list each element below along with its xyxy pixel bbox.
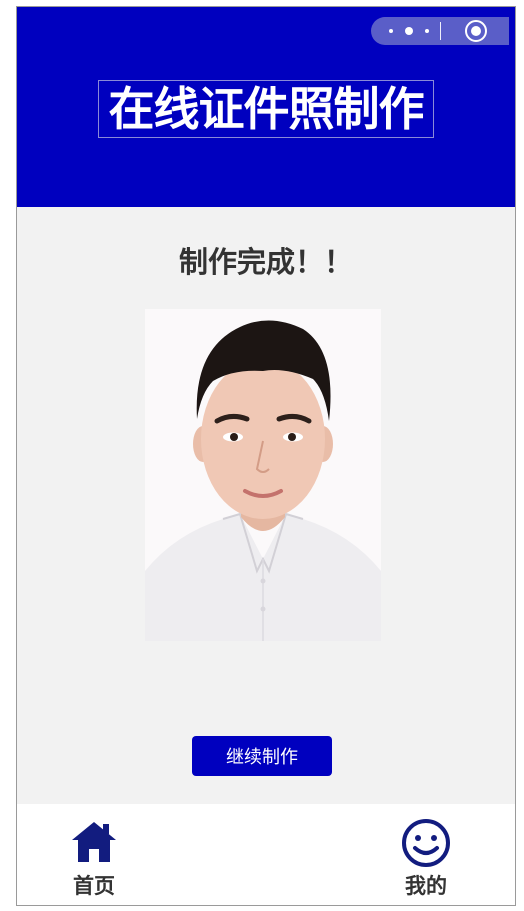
close-circle-icon[interactable] (465, 20, 487, 42)
capsule-divider (440, 22, 441, 40)
status-message: 制作完成！！ (178, 245, 353, 279)
app-header: 在线证件照制作 (17, 7, 515, 207)
more-dots-icon[interactable] (389, 17, 429, 45)
bottom-tab-bar: 首页 我的 (17, 804, 515, 905)
tab-home[interactable]: 首页 (44, 804, 144, 905)
miniprogram-capsule (371, 17, 509, 45)
portrait-illustration (145, 309, 381, 641)
continue-button[interactable]: 继续制作 (192, 736, 332, 776)
phone-screen: 在线证件照制作 制作完成！！ 继续制作 首页 我的 (16, 6, 516, 906)
tab-home-label: 首页 (73, 874, 115, 898)
tab-mine-label: 我的 (405, 874, 447, 898)
home-icon (72, 822, 116, 862)
id-photo (145, 309, 381, 641)
tab-mine[interactable]: 我的 (376, 804, 476, 905)
page-title: 在线证件照制作 (98, 80, 434, 138)
smiley-face-icon (402, 819, 450, 867)
